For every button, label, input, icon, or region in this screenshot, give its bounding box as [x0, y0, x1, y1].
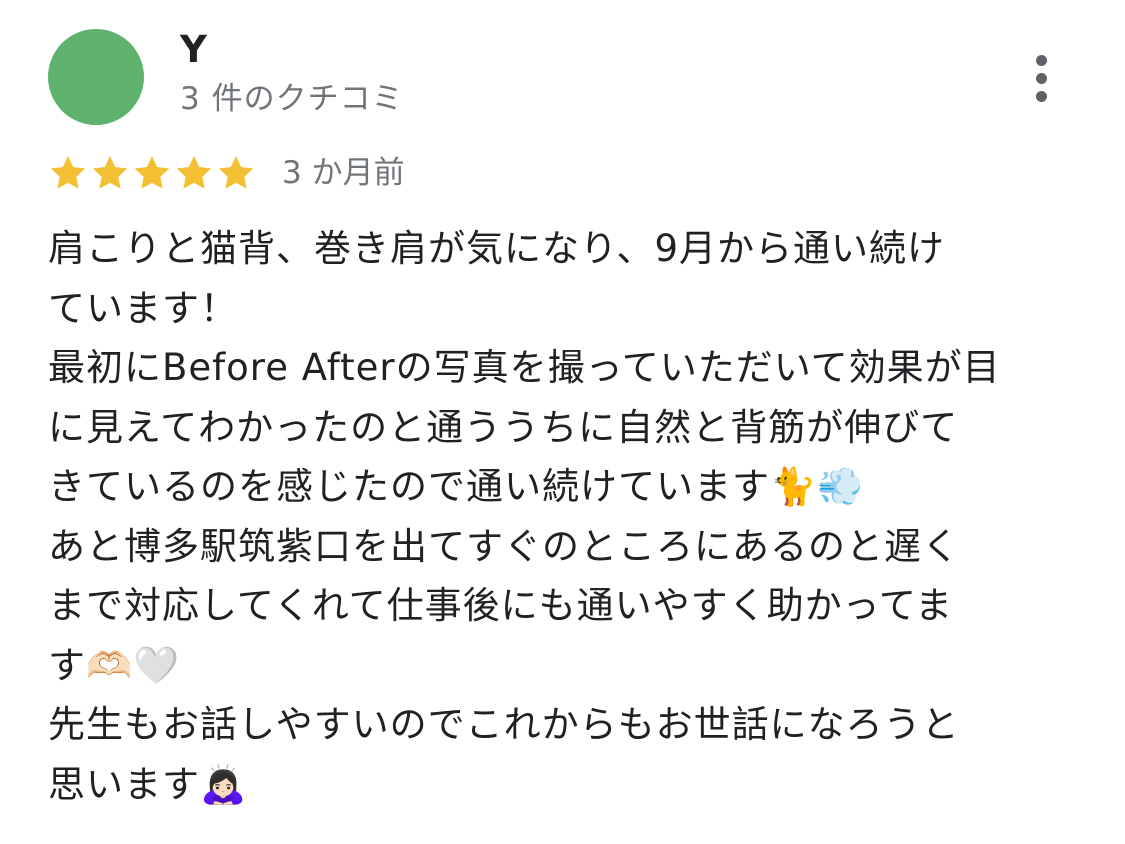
review-line: す🫶🏻🤍	[48, 643, 181, 687]
star-icon	[218, 156, 254, 189]
star-icon	[176, 156, 212, 189]
more-options-button[interactable]	[1015, 50, 1067, 106]
review-line: に見えてわかったのと通ううちに自然と背筋が伸びて	[48, 405, 959, 449]
review-line: 最初にBefore Afterの写真を撮っていただいて効果が目	[48, 346, 1001, 389]
rating-row: 3 か月前	[48, 150, 405, 196]
review-date: 3 か月前	[282, 155, 405, 191]
review-line: きているのを感じたので通い続けています🐈💨	[48, 465, 865, 508]
review-line: あと博多駅筑紫口を出てすぐのところにあるのと遅く	[48, 524, 960, 568]
review-text: 肩こりと猫背、巻き肩が気になり、9月から通い続け ています！ 最初にBefore…	[48, 219, 1088, 814]
more-vertical-icon	[1035, 54, 1047, 66]
reviewer-review-count: 3 件のクチコミ	[180, 81, 404, 117]
review-line: 肩こりと猫背、巻き肩が気になり、9月から通い続け	[48, 227, 946, 270]
more-vertical-icon-dot	[1035, 90, 1047, 102]
star-icon	[134, 156, 170, 189]
review-line: 思います🙇🏻‍♀️	[48, 762, 248, 806]
review-line: ています！	[48, 286, 238, 330]
reviewer-name[interactable]: Y	[180, 27, 207, 73]
star-icon	[92, 156, 128, 189]
star-icon	[50, 156, 86, 189]
star-rating	[48, 153, 256, 193]
reviewer-avatar[interactable]	[48, 29, 144, 125]
more-vertical-icon-dot	[1035, 72, 1047, 84]
review-line: まで対応してくれて仕事後にも通いやすく助かってま	[48, 584, 953, 627]
review-line: 先生もお話しやすいのでこれからもお世話になろうと	[48, 703, 960, 746]
